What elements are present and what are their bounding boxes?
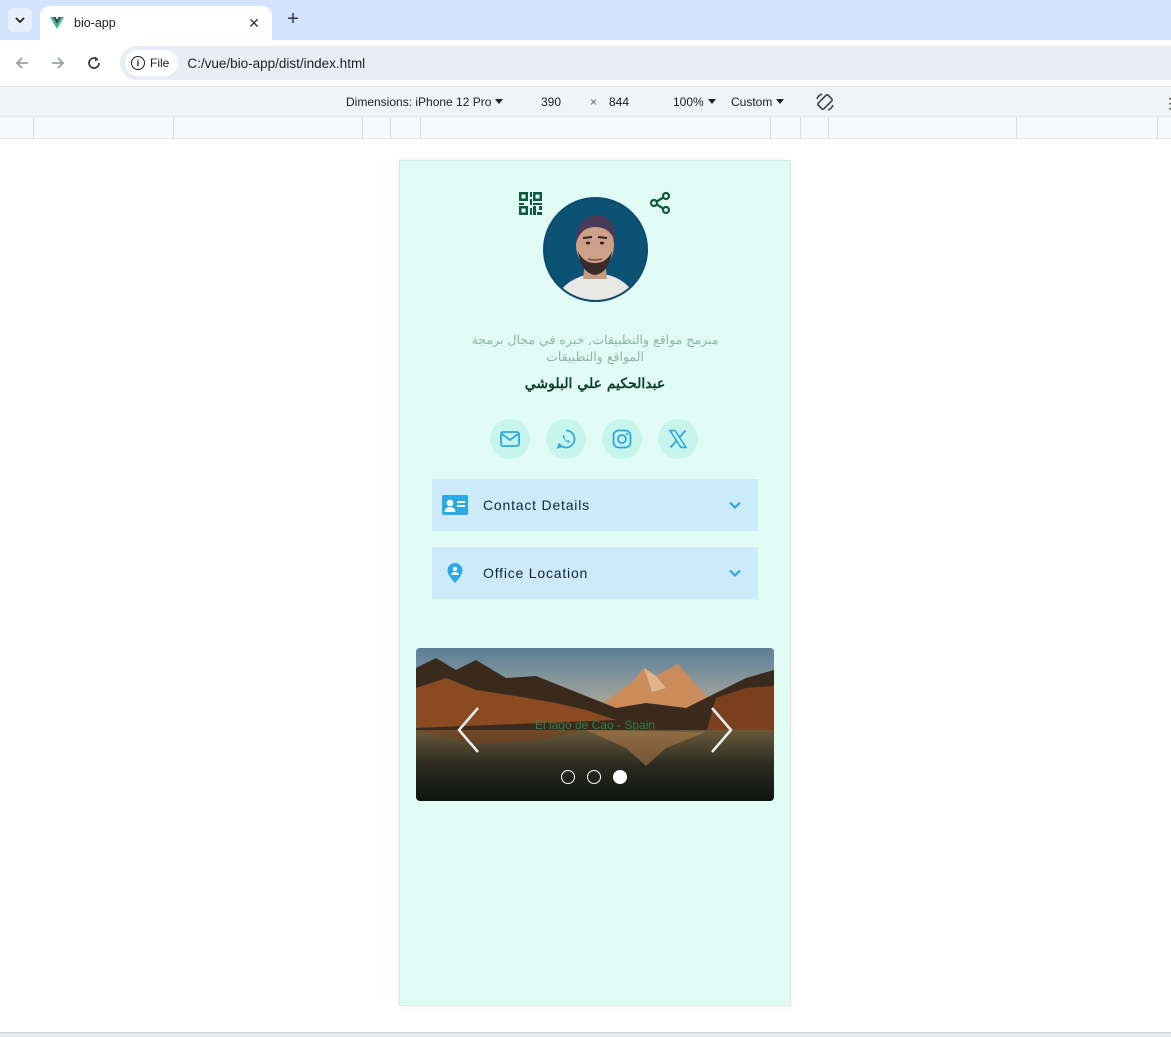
rotate-icon[interactable] — [814, 91, 836, 113]
dropdown-caret-icon — [776, 99, 785, 104]
tab-strip: bio-app ✕ + — [0, 0, 1171, 40]
whatsapp-button[interactable] — [546, 419, 586, 459]
browser-toolbar: i File C:/vue/bio-app/dist/index.html — [0, 40, 1171, 86]
office-location-label: Office Location — [483, 565, 589, 581]
bio-page: مبرمج مواقع والتطبيقات, خبره في مجال برم… — [399, 160, 791, 1006]
info-icon: i — [131, 56, 145, 70]
site-info-chip[interactable]: i File — [125, 50, 179, 76]
site-info-label: File — [150, 56, 170, 70]
mail-button[interactable] — [490, 419, 530, 459]
instagram-button[interactable] — [602, 419, 642, 459]
dropdown-caret-icon — [707, 99, 716, 104]
new-tab-button[interactable]: + — [282, 8, 304, 30]
carousel-dot-1[interactable] — [561, 770, 575, 784]
device-toolbar: Dimensions: iPhone 12 Pro 390 × 844 100%… — [0, 86, 1171, 117]
carousel-indicators — [561, 770, 627, 784]
reload-icon — [88, 56, 100, 69]
dropdown-caret-icon — [495, 99, 504, 104]
height-input[interactable]: 844 — [609, 95, 629, 109]
contact-details-label: Contact Details — [483, 497, 590, 513]
back-button[interactable] — [10, 51, 34, 75]
profile-name: عبدالحكيم علي البلوشي — [524, 376, 666, 392]
share-icon[interactable] — [648, 191, 672, 215]
carousel-dot-2[interactable] — [587, 770, 601, 784]
vue-logo-icon — [50, 17, 64, 29]
url-text[interactable]: C:/vue/bio-app/dist/index.html — [187, 56, 365, 71]
device-dimensions-select[interactable]: Dimensions: iPhone 12 Pro — [346, 95, 504, 109]
mail-icon — [500, 431, 520, 447]
carousel-dot-3[interactable] — [613, 770, 627, 784]
more-options-icon[interactable]: ⋮ — [1163, 95, 1171, 112]
avatar-portrait-icon — [545, 199, 646, 300]
forward-button[interactable] — [46, 51, 70, 75]
contact-details-accordion[interactable]: Contact Details — [432, 479, 758, 531]
throttle-label: Custom — [731, 95, 773, 109]
social-links — [490, 419, 702, 459]
width-input[interactable]: 390 — [541, 95, 561, 109]
tab-title: bio-app — [74, 16, 116, 30]
instagram-icon — [612, 429, 632, 449]
bottom-divider — [0, 1032, 1171, 1037]
profile-bio: مبرمج مواقع والتطبيقات, خبره في مجال برم… — [471, 332, 719, 364]
location-pin-icon — [442, 562, 468, 584]
throttle-select[interactable]: Custom — [731, 95, 785, 109]
x-button[interactable] — [658, 419, 698, 459]
reload-button[interactable] — [82, 51, 106, 75]
carousel-caption: El lago de Cao - Spain — [534, 718, 656, 732]
qr-code-icon[interactable] — [519, 192, 542, 215]
chevron-down-icon — [15, 17, 25, 24]
times-symbol: × — [590, 95, 598, 109]
contact-card-icon — [442, 494, 468, 516]
whatsapp-icon — [556, 429, 576, 449]
device-dimensions-label: Dimensions: iPhone 12 Pro — [346, 95, 492, 109]
arrow-left-icon — [15, 57, 28, 69]
browser-tab[interactable]: bio-app ✕ — [40, 6, 272, 40]
zoom-select[interactable]: 100% — [673, 95, 716, 109]
office-location-accordion[interactable]: Office Location — [432, 547, 758, 599]
chevron-down-icon — [729, 569, 741, 578]
tab-close-button[interactable]: ✕ — [244, 13, 264, 33]
arrow-right-icon — [52, 57, 65, 69]
x-icon — [668, 429, 688, 449]
media-query-ruler — [0, 117, 1171, 139]
zoom-label: 100% — [673, 95, 704, 109]
chevron-down-icon — [729, 501, 741, 510]
address-bar[interactable]: i File C:/vue/bio-app/dist/index.html — [120, 46, 1171, 80]
tab-search-button[interactable] — [8, 8, 32, 32]
image-carousel[interactable]: El lago de Cao - Spain — [416, 648, 774, 801]
profile-avatar — [543, 197, 648, 302]
